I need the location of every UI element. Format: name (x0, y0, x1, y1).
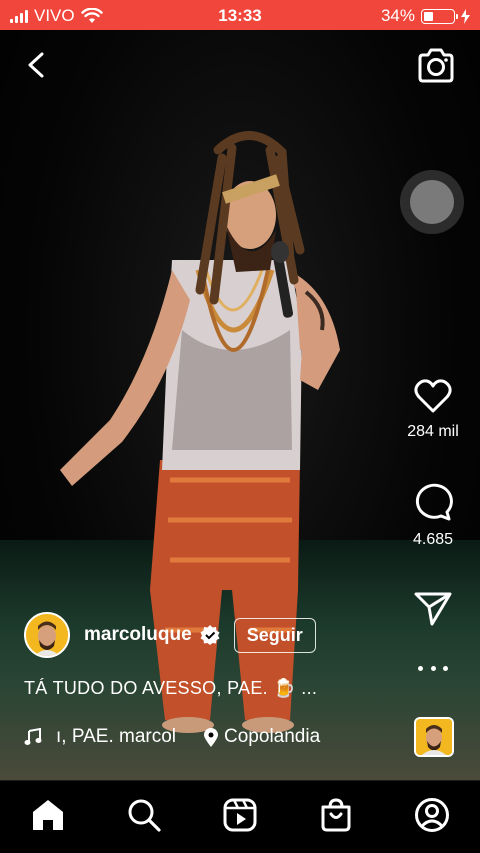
assistive-touch-button[interactable] (400, 170, 464, 234)
location-pin-icon (204, 727, 219, 747)
location-label: Copolandia (224, 726, 321, 747)
avatar-portrait (26, 614, 68, 656)
back-icon[interactable] (22, 50, 52, 80)
battery-icon (421, 8, 458, 24)
music-note-icon (24, 728, 42, 745)
comments-count: 4.685 (412, 531, 454, 548)
username[interactable]: marcoluque (84, 624, 192, 646)
verified-badge-icon (200, 625, 220, 645)
music-location-row: ı, PAE. marcol Copolandia (24, 726, 320, 748)
avatar[interactable] (24, 612, 70, 658)
heart-icon[interactable] (413, 378, 453, 414)
share-action[interactable] (395, 590, 471, 631)
status-bar: VIVO 13:33 34% (0, 0, 480, 30)
battery-percent: 34% (380, 6, 415, 25)
camera-icon[interactable] (416, 48, 456, 84)
reels-icon[interactable] (222, 797, 258, 833)
like-action[interactable]: 284 mil (395, 378, 471, 441)
charging-icon (461, 8, 470, 24)
paper-plane-icon[interactable] (414, 590, 452, 626)
profile-icon[interactable] (414, 797, 450, 833)
more-dots-icon[interactable] (418, 658, 448, 678)
follow-button[interactable]: Seguir (233, 617, 316, 653)
home-icon[interactable] (30, 797, 66, 833)
bottom-nav (0, 780, 480, 853)
music-track[interactable]: ı, PAE. marcol (56, 726, 176, 748)
shop-icon[interactable] (318, 797, 354, 833)
likes-count: 284 mil (407, 423, 459, 440)
audio-thumbnail-portrait (416, 719, 452, 755)
search-icon[interactable] (126, 797, 162, 833)
author-row: marcoluque Seguir (24, 611, 316, 659)
caption[interactable]: TÁ TUDO DO AVESSO, PAE. 🍺 ... (24, 678, 317, 699)
location-tag[interactable]: Copolandia (204, 726, 320, 748)
audio-thumbnail[interactable] (414, 717, 454, 757)
comment-action[interactable]: 4.685 (395, 482, 471, 549)
status-right: 34% (381, 6, 470, 26)
comment-icon[interactable] (413, 482, 453, 522)
